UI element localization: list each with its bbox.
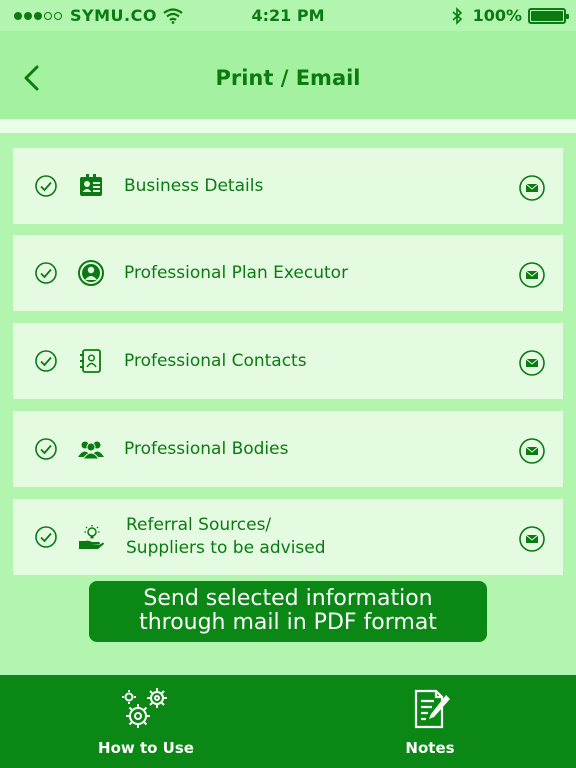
label-line-2: Suppliers to be advised — [126, 538, 326, 558]
status-bar: SYMU.CO 4:21 PM 100% — [0, 0, 576, 31]
list-item-label: Professional Contacts — [124, 351, 307, 371]
list-item-professional-contacts[interactable]: Professional Contacts — [13, 323, 563, 399]
list-item-label: Referral Sources/Suppliers to be advised — [126, 514, 426, 560]
group-icon — [78, 441, 104, 460]
check-circle-icon[interactable] — [35, 438, 57, 460]
gears-icon — [122, 688, 167, 728]
tab-how-to-use[interactable]: How to Use — [46, 675, 246, 768]
divider — [0, 119, 576, 133]
status-right: 100% — [451, 6, 569, 25]
nav-header: Print / Email — [0, 31, 576, 119]
send-pdf-button[interactable]: Send selected information through mail i… — [89, 581, 487, 642]
user-circle-icon — [78, 260, 104, 286]
hand-lightbulb-icon — [79, 525, 104, 549]
send-button-line-2: through mail in PDF format — [139, 610, 437, 635]
check-circle-icon[interactable] — [35, 350, 57, 372]
list-item-label: Business Details — [124, 176, 264, 196]
check-circle-icon[interactable] — [35, 175, 57, 197]
mail-icon[interactable] — [519, 262, 545, 288]
check-circle-icon[interactable] — [35, 526, 57, 548]
mail-icon[interactable] — [519, 350, 545, 376]
battery-icon — [528, 7, 569, 24]
label-line-1: Referral Sources/ — [126, 515, 272, 535]
check-circle-icon[interactable] — [35, 262, 57, 284]
page-title: Print / Email — [215, 66, 361, 90]
id-card-icon — [80, 174, 102, 196]
list-item-label: Professional Plan Executor — [124, 263, 349, 283]
address-book-icon — [80, 349, 101, 373]
list-item-referral-sources[interactable]: Referral Sources/Suppliers to be advised — [13, 499, 563, 575]
notes-icon — [414, 689, 450, 729]
send-button-line-1: Send selected information — [143, 586, 433, 611]
mail-icon[interactable] — [519, 526, 545, 552]
tab-label: Notes — [405, 739, 455, 757]
list-item-business-details[interactable]: Business Details — [13, 148, 563, 224]
bluetooth-icon — [452, 6, 462, 25]
battery-percent: 100% — [472, 6, 522, 25]
list-item-plan-executor[interactable]: Professional Plan Executor — [13, 235, 563, 311]
mail-icon[interactable] — [519, 175, 545, 201]
mail-icon[interactable] — [519, 438, 545, 464]
tab-notes[interactable]: Notes — [330, 675, 530, 768]
tab-label: How to Use — [98, 739, 194, 757]
list-item-professional-bodies[interactable]: Professional Bodies — [13, 411, 563, 487]
list-item-label: Professional Bodies — [124, 439, 289, 459]
bottom-tab-bar: How to Use Notes — [0, 675, 576, 768]
